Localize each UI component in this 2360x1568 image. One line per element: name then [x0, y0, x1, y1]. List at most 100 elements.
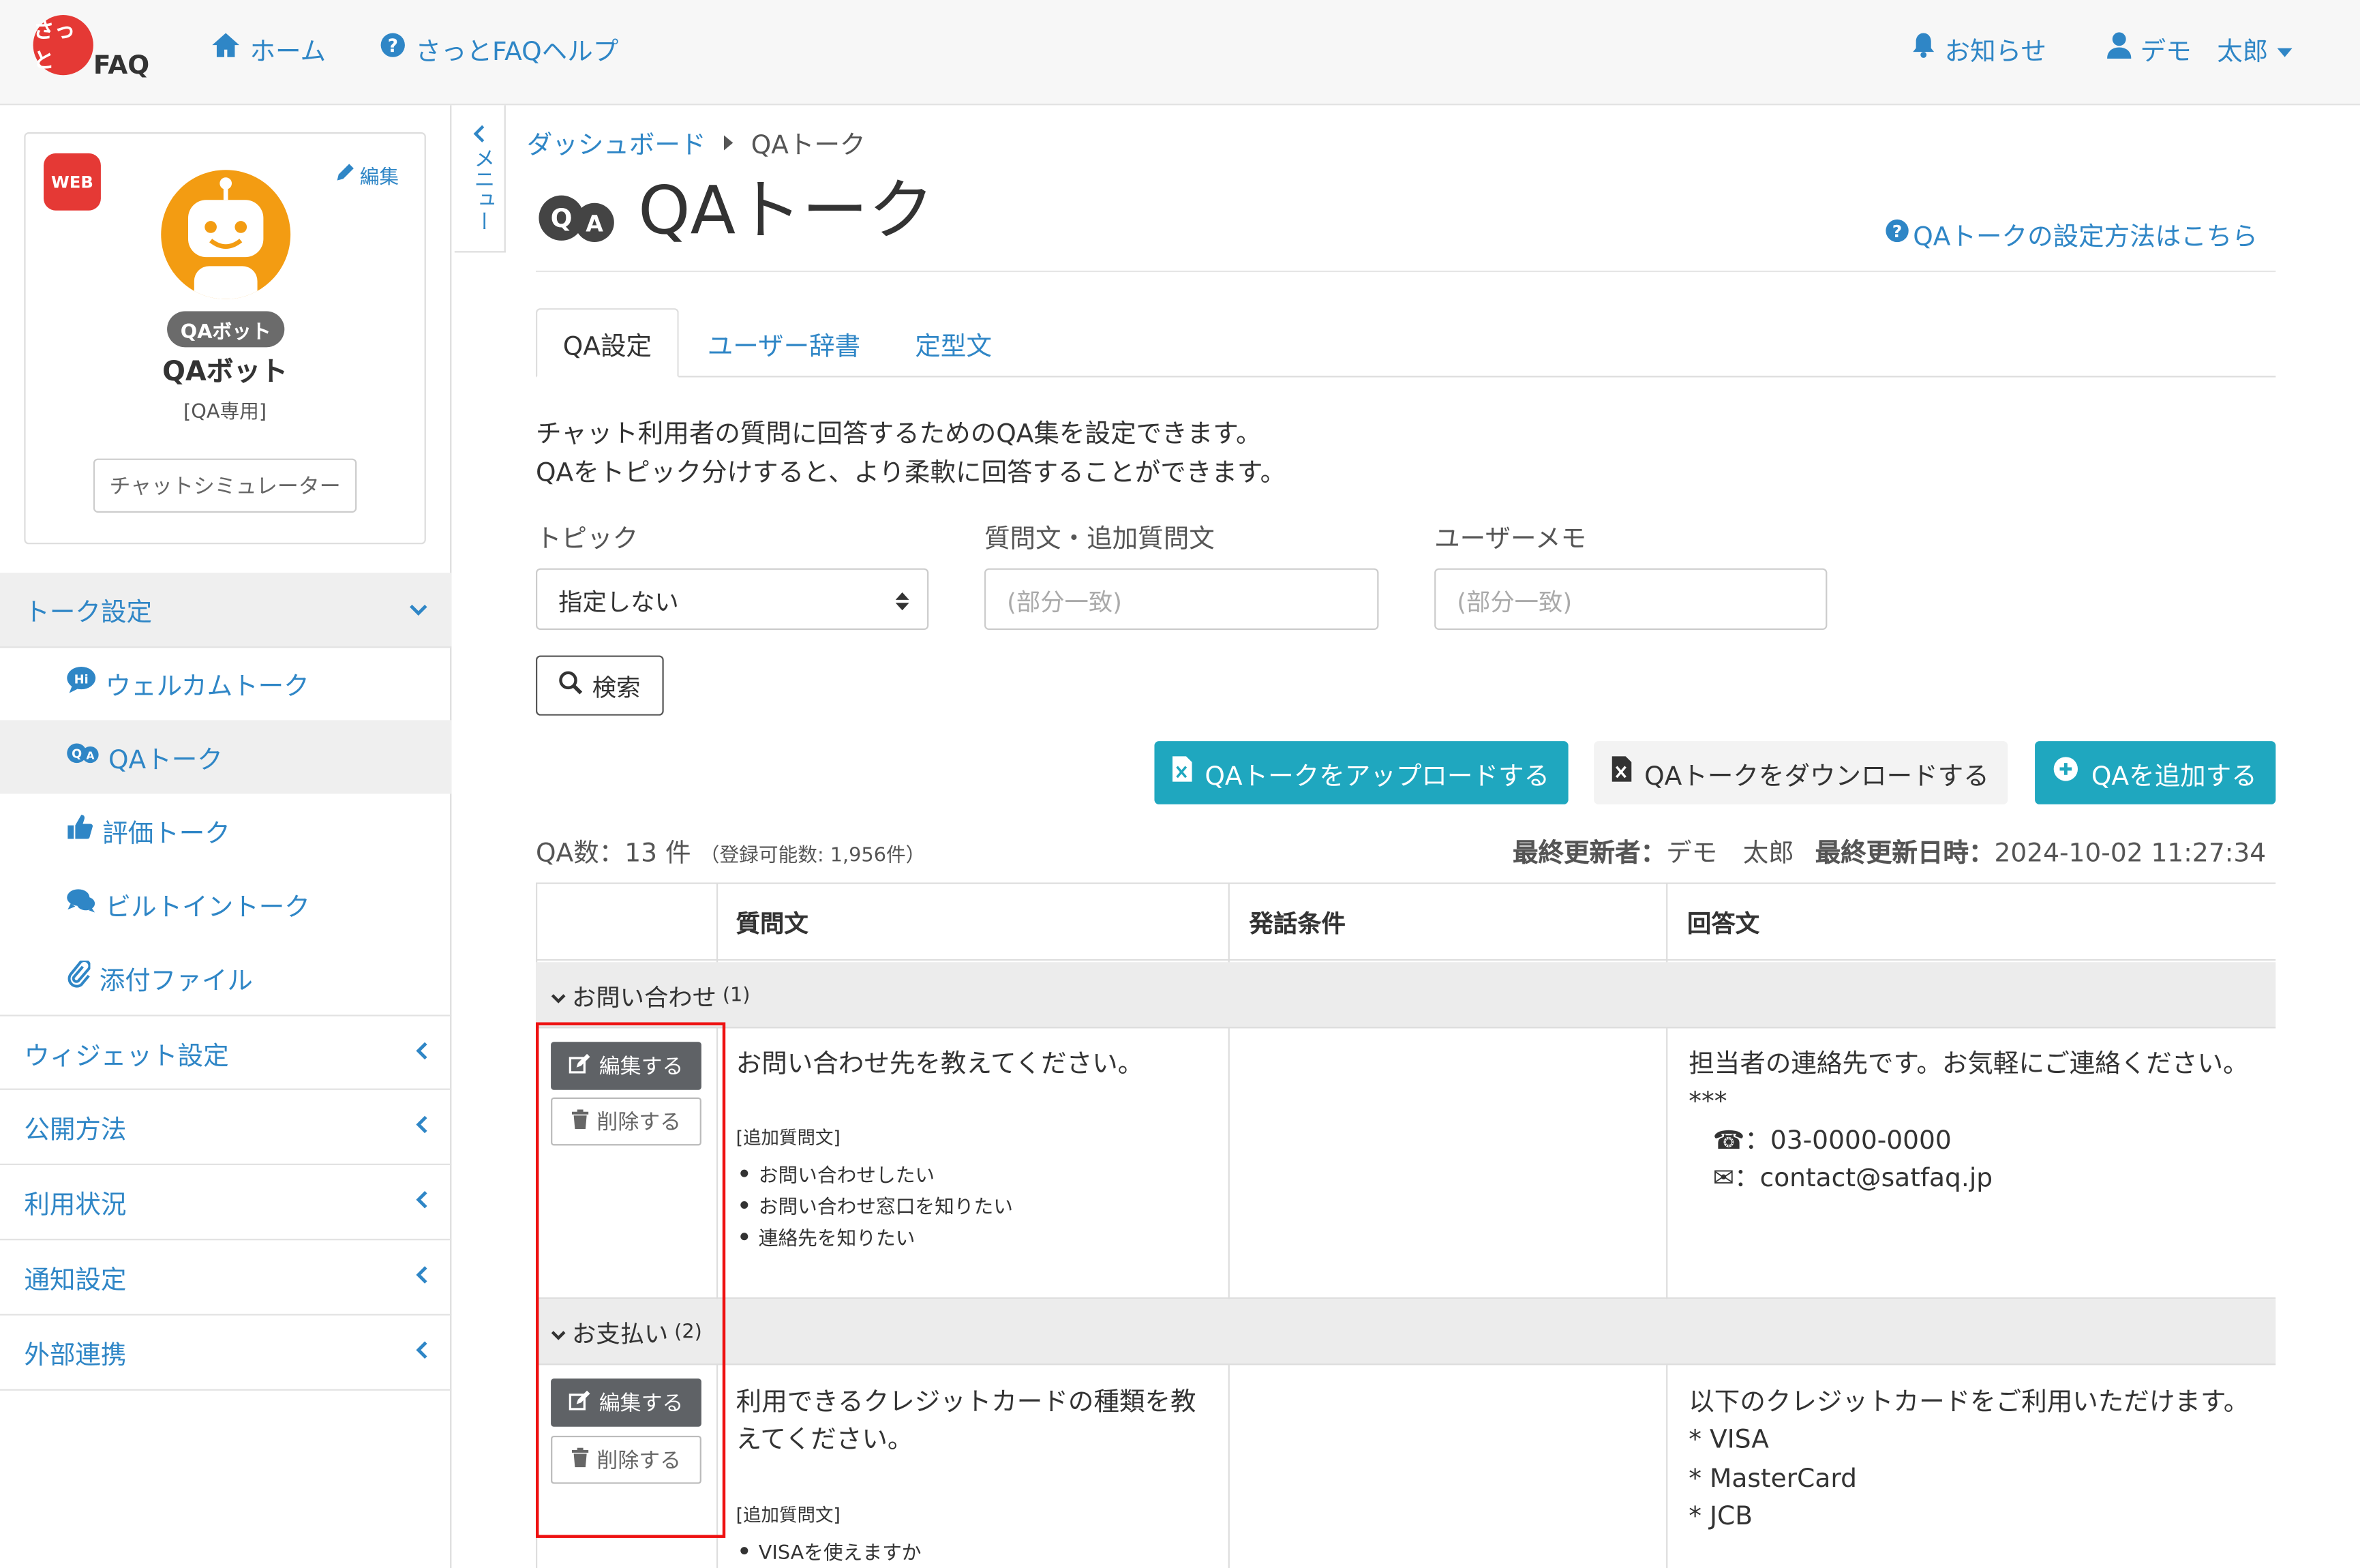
- svg-text:A: A: [586, 211, 603, 237]
- nav-help-label: さっとFAQヘルプ: [415, 37, 619, 68]
- additional-question: 連絡先を知りたい: [740, 1222, 915, 1251]
- qa-count: QA数：13 件: [536, 839, 691, 869]
- question-text-line: 利用できるクレジットカードの種類を教: [736, 1387, 1196, 1418]
- topic-select[interactable]: 指定しない: [536, 568, 929, 630]
- chat-simulator-button[interactable]: チャットシミュレーター: [93, 458, 357, 513]
- sidebar-subitem-label: 添付ファイル: [99, 966, 253, 997]
- breadcrumb-dashboard-link[interactable]: ダッシュボード: [527, 123, 706, 161]
- settings-help-link[interactable]: ? QAトークの設定方法はこちら: [1884, 215, 2258, 252]
- topic-select-value: 指定しない: [558, 587, 679, 616]
- last-update-info: 最終更新者： デモ 太郎 最終更新日時： 2024-10-02 11:27:34: [1513, 831, 2266, 869]
- nav-help-link[interactable]: ? さっとFAQヘルプ: [379, 30, 618, 67]
- user-menu[interactable]: デモ 太郎: [2107, 30, 2293, 67]
- file-excel-icon: [1173, 756, 1193, 789]
- topic-group-count: (1): [722, 984, 751, 1007]
- sidebar-subitem-label: ウェルカムトーク: [105, 672, 309, 702]
- question-filter-input[interactable]: (部分一致): [984, 568, 1379, 630]
- qa-bubbles-icon: QA: [66, 741, 100, 772]
- qa-count-summary: QA数：13 件 （登録可能数: 1,956件）: [536, 831, 925, 869]
- updated-label: 最終更新日時：: [1815, 839, 1995, 869]
- upload-qa-button[interactable]: QAトークをアップロードする: [1154, 741, 1569, 804]
- page-title: QAトーク: [638, 172, 935, 250]
- sidebar-item-label: トーク設定: [24, 598, 152, 629]
- tab-user-dictionary[interactable]: ユーザー辞書: [708, 308, 860, 377]
- chevron-left-icon: [415, 1266, 427, 1288]
- nav-home-link[interactable]: ホーム: [211, 30, 326, 67]
- chevron-left-icon: [415, 1041, 427, 1064]
- download-qa-button[interactable]: QAトークをダウンロードする: [1594, 741, 2008, 804]
- additional-question: VISAを使えますか: [740, 1537, 922, 1565]
- search-button[interactable]: 検索: [536, 655, 664, 716]
- menu-toggle-tab[interactable]: メニュー: [454, 105, 506, 253]
- pencil-icon: [335, 162, 355, 187]
- question-text: 利用できるクレジットカードの種類を教 えてください。: [736, 1385, 1196, 1460]
- sort-icon: [895, 589, 909, 618]
- question-text-line: えてください。: [736, 1425, 913, 1456]
- nav-home-label: ホーム: [249, 37, 327, 68]
- title-divider: [536, 270, 2276, 273]
- topic-group-row[interactable]: お問い合わせ (1): [536, 962, 2276, 1029]
- additional-question: お問い合わせ窓口を知りたい: [740, 1191, 1013, 1219]
- bell-icon: [1911, 31, 1935, 66]
- answer-line: 担当者の連絡先です。お気軽にご連絡ください。: [1689, 1049, 2249, 1080]
- sidebar-item-label: 公開方法: [24, 1115, 127, 1146]
- column-header-answer: 回答文: [1687, 909, 1760, 939]
- sidebar-subitem-qa-talk[interactable]: QA QAトーク: [0, 720, 452, 794]
- caret-right-icon: [723, 127, 733, 157]
- sidebar-item-notification-settings[interactable]: 通知設定: [0, 1240, 452, 1316]
- tab-templates[interactable]: 定型文: [915, 308, 992, 377]
- topic-label: トピック: [536, 524, 639, 555]
- answer-line: ☎：03-0000-0000: [1712, 1126, 1952, 1156]
- table-border: [536, 1363, 2276, 1366]
- sidebar-item-publish-method[interactable]: 公開方法: [0, 1090, 452, 1166]
- column-header-question: 質問文: [736, 909, 808, 939]
- caret-down-icon: [2277, 34, 2293, 64]
- topic-group-row[interactable]: お支払い (2): [536, 1299, 2276, 1366]
- sidebar-item-usage[interactable]: 利用状況: [0, 1165, 452, 1241]
- sidebar-subitem-rating-talk[interactable]: 評価トーク: [0, 794, 451, 867]
- menu-toggle-label: メニュー: [471, 147, 496, 232]
- breadcrumb-current: QAトーク: [751, 130, 866, 161]
- svg-text:?: ?: [388, 35, 398, 57]
- sidebar-subitem-attachments[interactable]: 添付ファイル: [0, 941, 451, 1014]
- sidebar-subitem-welcome-talk[interactable]: Hi ウェルカムトーク: [0, 646, 451, 720]
- robot-avatar-icon: [161, 170, 291, 299]
- question-filter-label: 質問文・追加質問文: [984, 524, 1215, 555]
- add-qa-button[interactable]: QAを追加する: [2035, 741, 2276, 804]
- question-circle-icon: ?: [379, 31, 406, 66]
- bot-subtitle: [QA専用]: [183, 401, 267, 424]
- answer-line: ***: [1689, 1087, 1727, 1117]
- settings-help-label: QAトークの設定方法はこちら: [1913, 222, 2258, 253]
- qa-capacity: （登録可能数: 1,956件）: [699, 845, 926, 868]
- notifications-link[interactable]: お知らせ: [1911, 30, 2046, 67]
- edit-profile-link[interactable]: 編集: [335, 161, 399, 190]
- file-excel-icon: [1612, 756, 1633, 789]
- answer-line: * MasterCard: [1689, 1464, 1857, 1494]
- sidebar-item-external-integration[interactable]: 外部連携: [0, 1316, 452, 1391]
- updater-label: 最終更新者：: [1512, 839, 1667, 869]
- logo-text: FAQ: [93, 50, 150, 82]
- tab-qa-settings[interactable]: QA設定: [536, 308, 679, 378]
- svg-text:Q: Q: [72, 747, 82, 761]
- thumbs-up-icon: [66, 813, 93, 848]
- sidebar-subitem-builtin-talk[interactable]: ビルトイントーク: [0, 867, 451, 941]
- sidebar-item-label: 通知設定: [24, 1265, 127, 1296]
- sidebar-subitem-label: 評価トーク: [102, 819, 230, 849]
- search-icon: [559, 671, 584, 701]
- sidebar-item-label: ウィジェット設定: [24, 1041, 229, 1072]
- sidebar-item-talk-settings[interactable]: トーク設定: [0, 573, 452, 648]
- memo-filter-input[interactable]: (部分一致): [1434, 568, 1828, 630]
- user-icon: [2107, 31, 2132, 66]
- svg-text:A: A: [86, 750, 94, 762]
- edit-profile-label: 編集: [359, 166, 399, 190]
- chevron-left-icon: [472, 120, 485, 149]
- app-logo[interactable]: さっと FAQ: [33, 15, 154, 87]
- paperclip-icon: [66, 959, 91, 995]
- web-badge: WEB: [44, 153, 101, 211]
- memo-filter-label: ユーザーメモ: [1434, 524, 1587, 555]
- sidebar-item-widget-settings[interactable]: ウィジェット設定: [0, 1014, 452, 1090]
- updater-name: デモ 太郎: [1666, 839, 1794, 869]
- answer-line: * VISA: [1689, 1425, 1769, 1456]
- question-text: お問い合わせ先を教えてください。: [736, 1049, 1144, 1080]
- sidebar-item-label: 利用状況: [24, 1190, 127, 1221]
